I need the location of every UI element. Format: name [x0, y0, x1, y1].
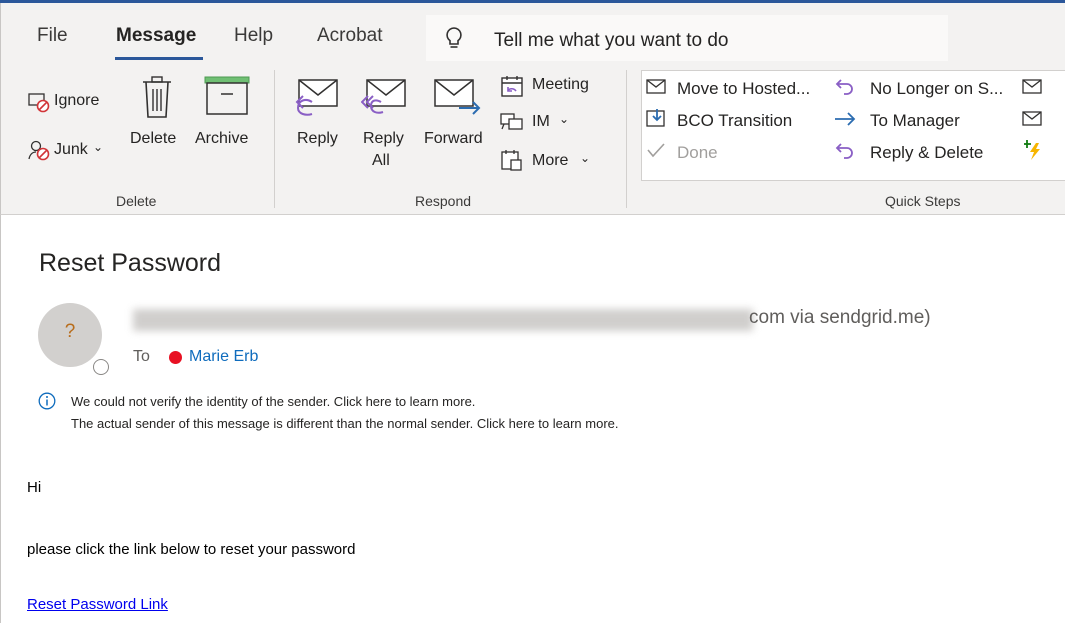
forward-label: Forward [424, 130, 483, 147]
reply-all-label-line1: Reply [363, 130, 404, 147]
meeting-label: Meeting [532, 76, 589, 93]
forward-icon [434, 79, 481, 115]
quick-steps-group-label: Quick Steps [885, 193, 961, 209]
ribbon: Ignore Junk ⌄ Delete Archive Delete Repl… [0, 66, 1065, 215]
avatar-initial: ? [64, 321, 76, 342]
body-text: please click the link below to reset you… [27, 541, 356, 558]
junk-label: Junk [54, 141, 88, 158]
tab-acrobat[interactable]: Acrobat [317, 25, 382, 47]
checkmark-icon [647, 143, 665, 158]
reply-all-icon [361, 79, 406, 114]
chevron-down-icon: ⌄ [580, 151, 591, 165]
ribbon-separator [626, 70, 627, 208]
info-icon [38, 392, 56, 410]
chevron-down-icon: ⌄ [93, 140, 104, 154]
quick-step-label: Reply & Delete [870, 143, 984, 162]
reset-password-link[interactable]: Reset Password Link [27, 596, 168, 613]
sender-avatar[interactable]: ? [38, 303, 102, 367]
menu-bar: File Message Help Acrobat Tell me what y… [0, 3, 1065, 66]
delete-group-label: Delete [116, 193, 157, 209]
recipient-presence-dot [169, 351, 182, 364]
tab-help[interactable]: Help [234, 25, 273, 47]
ignore-icon [28, 93, 50, 113]
trash-icon [143, 76, 171, 118]
reply-arrow-icon [835, 143, 853, 159]
message-subject: Reset Password [39, 249, 222, 277]
sender-warning-line2[interactable]: The actual sender of this message is dif… [71, 416, 619, 431]
to-label: To [133, 348, 150, 365]
quick-step-label: BCO Transition [677, 111, 793, 130]
archive-icon [204, 76, 250, 115]
respond-group-label: Respond [415, 193, 472, 209]
ribbon-separator [274, 70, 275, 208]
body-greeting: Hi [27, 479, 42, 496]
quick-step-label: No Longer on S... [870, 79, 1004, 98]
reply-label: Reply [297, 130, 338, 147]
archive-label: Archive [195, 130, 249, 147]
junk-icon [28, 140, 50, 161]
recipient-name[interactable]: Marie Erb [189, 348, 258, 366]
lightbulb-icon [446, 27, 462, 48]
more-label: More [532, 152, 569, 169]
reply-all-label-line2: All [372, 152, 390, 169]
more-respond-icon [501, 150, 522, 171]
sender-warning-line1[interactable]: We could not verify the identity of the … [71, 394, 475, 409]
envelope-icon [1022, 111, 1042, 126]
tell-me-search-box[interactable]: Tell me what you want to do [426, 15, 948, 61]
delete-label: Delete [130, 130, 177, 147]
quick-step-label: To Manager [870, 111, 960, 130]
tab-message[interactable]: Message [116, 25, 196, 47]
sender-address[interactable]: com via sendgrid.me) [749, 307, 931, 329]
quick-step-label: Done [677, 143, 718, 162]
im-label: IM [532, 113, 550, 130]
envelope-icon [646, 79, 666, 94]
presence-status-icon [93, 359, 109, 375]
tell-me-placeholder: Tell me what you want to do [494, 30, 729, 51]
sender-address-redacted [133, 309, 753, 331]
tab-file[interactable]: File [37, 25, 68, 47]
reading-pane: Reset Password ? com via sendgrid.me) To… [0, 215, 1065, 623]
ignore-label: Ignore [54, 92, 100, 109]
reply-arrow-icon [835, 79, 853, 95]
chevron-down-icon: ⌄ [559, 112, 570, 126]
meeting-calendar-icon [501, 76, 523, 97]
im-chat-icon [500, 113, 523, 130]
quick-steps-gallery: Move to Hosted... No Longer on S... BCO … [641, 70, 1065, 181]
move-to-folder-icon [646, 109, 665, 127]
forward-arrow-icon [835, 112, 856, 126]
create-new-lightning-icon [1024, 140, 1040, 160]
quick-step-label: Move to Hosted... [677, 79, 811, 98]
reply-icon [295, 79, 338, 116]
active-tab-indicator [115, 57, 203, 60]
envelope-icon [1022, 79, 1042, 94]
